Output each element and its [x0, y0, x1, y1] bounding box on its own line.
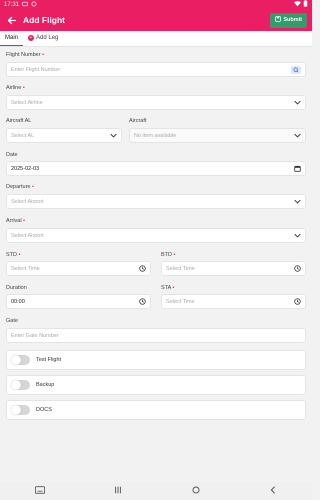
- std-label: STD •: [6, 252, 21, 258]
- keyboard-icon[interactable]: [34, 486, 45, 496]
- backup-toggle[interactable]: [11, 380, 30, 390]
- backup-row: Backup: [6, 375, 306, 395]
- test-flight-toggle[interactable]: [11, 355, 30, 365]
- arrival-select[interactable]: Select Airport: [6, 228, 306, 243]
- toggle-knob: [11, 380, 21, 390]
- flight-number-placeholder: Enter Flight Number: [11, 66, 61, 73]
- flight-number-field[interactable]: Enter Flight Number: [6, 62, 306, 77]
- departure-placeholder: Select Airport: [11, 198, 44, 205]
- std-time-field[interactable]: Select Time: [6, 261, 151, 276]
- test-flight-label: Test Flight: [36, 357, 62, 363]
- save-icon: [275, 16, 282, 24]
- search-icon[interactable]: [291, 65, 301, 74]
- date-value: 2025-02-03: [11, 165, 40, 172]
- sta-time-field[interactable]: Select Time: [161, 294, 306, 309]
- aircraft-placeholder: No item available: [134, 132, 177, 139]
- airline-placeholder: Select Airline: [11, 99, 43, 106]
- chevron-down-icon: [294, 133, 301, 138]
- back-arrow-icon[interactable]: [5, 14, 17, 26]
- aircraft-select[interactable]: No item available: [129, 128, 306, 143]
- chevron-down-icon: [294, 100, 301, 105]
- recents-icon[interactable]: [114, 486, 122, 496]
- docs-row: DOCS: [6, 400, 306, 420]
- docs-toggle[interactable]: [11, 405, 30, 415]
- add-circle-icon: +: [28, 34, 35, 41]
- battery-icon: [303, 0, 308, 9]
- tab-main-label: Main: [5, 34, 19, 41]
- page-title: Add Flight: [23, 15, 66, 25]
- chevron-down-icon: [110, 133, 117, 138]
- gate-placeholder: Enter Gate Number: [11, 332, 59, 339]
- toggle-knob: [11, 405, 21, 415]
- notification-icon: [22, 1, 28, 9]
- system-nav-bar: [0, 482, 312, 500]
- tab-main[interactable]: Main: [0, 30, 24, 46]
- tab-bar: Main + Add Leg: [0, 31, 312, 47]
- chevron-down-icon: [294, 233, 301, 238]
- home-icon[interactable]: [192, 486, 200, 496]
- flight-number-label: Flight Number •: [6, 52, 45, 58]
- std-placeholder: Select Time: [11, 265, 40, 272]
- back-nav-icon[interactable]: [269, 486, 277, 496]
- departure-select[interactable]: Select Airport: [6, 194, 306, 209]
- status-bar: 17:31: [0, 0, 312, 9]
- date-label: Date: [6, 152, 18, 158]
- test-flight-row: Test Flight: [6, 350, 306, 370]
- arrival-label: Arrival •: [6, 218, 26, 224]
- clock-icon[interactable]: [139, 298, 146, 305]
- airline-label: Airline •: [6, 85, 25, 91]
- airline-select[interactable]: Select Airline: [6, 95, 306, 110]
- submit-label: Submit: [283, 17, 302, 23]
- aircraft-al-placeholder: Select AL: [11, 132, 35, 139]
- app-bar: Add Flight Submit: [0, 9, 312, 31]
- gate-label: Gate: [6, 318, 18, 324]
- aircraft-al-label: Aircraft AL: [6, 118, 32, 124]
- aircraft-al-select[interactable]: Select AL: [6, 128, 122, 143]
- toggle-knob: [11, 355, 21, 365]
- btd-time-field[interactable]: Select Time: [161, 261, 306, 276]
- arrival-placeholder: Select Airport: [11, 232, 44, 239]
- chevron-down-icon: [294, 199, 301, 204]
- duration-label: Duration: [6, 285, 27, 291]
- clock-icon[interactable]: [294, 298, 301, 305]
- btd-placeholder: Select Time: [166, 265, 195, 272]
- docs-label: DOCS: [36, 407, 52, 413]
- backup-label: Backup: [36, 382, 55, 388]
- duration-time-field[interactable]: 00:00: [6, 294, 151, 309]
- sta-label: STA •: [161, 285, 175, 291]
- submit-button[interactable]: Submit: [270, 12, 307, 28]
- departure-label: Departure •: [6, 184, 34, 190]
- btd-label: BTD •: [161, 252, 176, 258]
- status-time: 17:31: [4, 1, 20, 8]
- date-field[interactable]: 2025-02-03: [6, 161, 306, 176]
- gate-field[interactable]: Enter Gate Number: [6, 328, 306, 343]
- clock-icon[interactable]: [139, 265, 146, 272]
- calendar-icon[interactable]: [294, 165, 301, 172]
- notification-icon-2: [31, 1, 37, 9]
- clock-icon[interactable]: [294, 265, 301, 272]
- wifi-icon: [294, 0, 301, 9]
- duration-value: 00:00: [11, 298, 25, 305]
- sta-placeholder: Select Time: [166, 298, 195, 305]
- tab-add-leg[interactable]: + Add Leg: [23, 30, 63, 46]
- aircraft-label: Aircraft: [129, 118, 147, 124]
- tab-add-leg-label: Add Leg: [36, 35, 59, 41]
